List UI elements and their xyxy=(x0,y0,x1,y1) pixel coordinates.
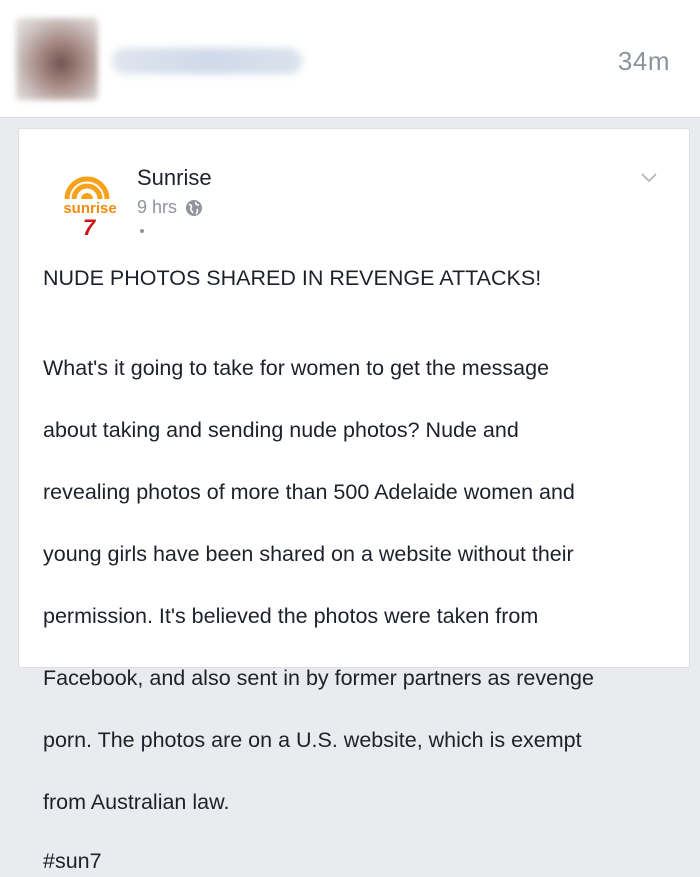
post-card: sunrise 7 Sunrise 9 hrs NUDE PHOTOS SHAR… xyxy=(18,128,690,873)
post-headline: NUDE PHOTOS SHARED IN REVENGE ATTACKS! xyxy=(43,266,542,290)
body-line: porn. The photos are on a U.S. website, … xyxy=(43,728,582,752)
blurred-avatar xyxy=(16,18,98,100)
chevron-down-icon[interactable] xyxy=(639,167,659,187)
notification-time: 34m xyxy=(617,46,670,76)
post-meta: 9 hrs xyxy=(137,197,203,218)
post-paragraph: What's it going to take for women to get… xyxy=(43,322,663,818)
sunrise-logo[interactable]: sunrise 7 xyxy=(49,165,131,235)
body-line: about taking and sending nude photos? Nu… xyxy=(43,418,519,442)
post-text: NUDE PHOTOS SHARED IN REVENGE ATTACKS! W… xyxy=(43,263,663,877)
separator-dot xyxy=(140,229,144,233)
body-line: Facebook, and also sent in by former par… xyxy=(43,666,594,690)
body-line: revealing photos of more than 500 Adelai… xyxy=(43,480,575,504)
post-timestamp[interactable]: 9 hrs xyxy=(137,197,177,218)
blurred-username xyxy=(112,48,302,74)
body-line: permission. It's believed the photos wer… xyxy=(43,604,539,628)
logo-seven: 7 xyxy=(83,215,97,235)
page-name-link[interactable]: Sunrise xyxy=(137,165,212,191)
notification-row[interactable]: 34m xyxy=(0,0,700,118)
body-line: from Australian law. xyxy=(43,790,230,814)
globe-icon[interactable] xyxy=(185,199,203,217)
body-line: What's it going to take for women to get… xyxy=(43,356,550,380)
body-line: young girls have been shared on a websit… xyxy=(43,542,574,566)
hashtag-link[interactable]: #sun7 xyxy=(43,846,663,877)
